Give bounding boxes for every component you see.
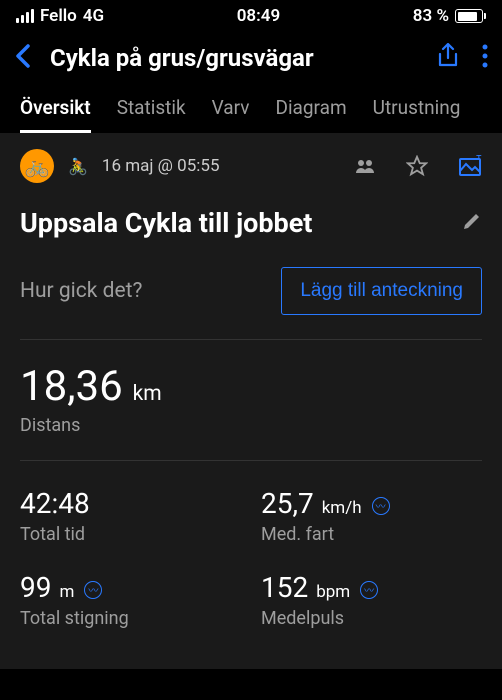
share-button[interactable] xyxy=(436,43,460,73)
page-title: Cykla på grus/grusvägar xyxy=(42,44,426,72)
stat-distance: 18,36 km Distans xyxy=(20,362,482,436)
signal-icon xyxy=(16,9,34,23)
stat-label: Med. fart xyxy=(261,524,482,545)
divider xyxy=(20,460,482,461)
info-icon[interactable]: 〰 xyxy=(84,581,102,599)
tab-oversikt[interactable]: Översikt xyxy=(20,96,91,133)
stat-avg-speed: 25,7 km/h 〰 Med. fart xyxy=(261,487,482,545)
stat-value: 25,7 xyxy=(261,487,314,520)
info-icon[interactable]: 〰 xyxy=(360,581,378,599)
info-icon[interactable]: 〰 xyxy=(372,497,390,515)
clock: 08:49 xyxy=(237,6,280,26)
add-photo-icon[interactable]: + xyxy=(458,155,482,177)
distance-value: 18,36 xyxy=(20,362,123,411)
network-label: 4G xyxy=(83,6,104,26)
tab-utrustning[interactable]: Utrustning xyxy=(373,96,461,133)
activity-datetime: 16 maj @ 05:55 xyxy=(102,156,220,176)
gravel-bike-icon: 🚴 xyxy=(68,157,88,176)
distance-label: Distans xyxy=(20,415,482,436)
stat-value: 42:48 xyxy=(20,487,90,520)
tab-diagram[interactable]: Diagram xyxy=(275,96,346,133)
activity-title: Uppsala Cykla till jobbet xyxy=(20,207,462,239)
tabs: Översikt Statistik Varv Diagram Utrustni… xyxy=(0,84,502,133)
battery-icon xyxy=(455,9,486,23)
tab-varv[interactable]: Varv xyxy=(212,96,250,133)
carrier-label: Fello xyxy=(40,6,77,26)
back-button[interactable] xyxy=(14,42,32,74)
edit-button[interactable] xyxy=(462,211,482,235)
stat-avg-hr: 152 bpm 〰 Medelpuls xyxy=(261,571,482,629)
stat-total-time: 42:48 Total tid xyxy=(20,487,241,545)
stat-label: Total tid xyxy=(20,524,241,545)
divider xyxy=(20,339,482,340)
stat-value: 152 xyxy=(261,571,308,604)
stat-label: Total stigning xyxy=(20,608,241,629)
stat-unit: km/h xyxy=(322,498,362,518)
stat-unit: bpm xyxy=(316,582,350,602)
status-bar: Fello 4G 08:49 83 % xyxy=(0,0,502,30)
bike-icon: 🚲 xyxy=(20,149,54,183)
battery-percent: 83 % xyxy=(413,6,449,26)
star-icon[interactable] xyxy=(406,155,428,177)
activity-content: 🚲 🚴 16 maj @ 05:55 + Uppsala Cykla till … xyxy=(0,133,502,669)
note-prompt: Hur gick det? xyxy=(20,279,265,303)
header: Cykla på grus/grusvägar xyxy=(0,30,502,84)
stat-label: Medelpuls xyxy=(261,608,482,629)
stat-value: 99 xyxy=(20,571,51,604)
more-button[interactable] xyxy=(482,44,488,72)
connections-icon[interactable] xyxy=(354,158,376,174)
stat-total-ascent: 99 m 〰 Total stigning xyxy=(20,571,241,629)
stat-unit: m xyxy=(59,582,74,602)
distance-unit: km xyxy=(133,382,162,406)
tab-statistik[interactable]: Statistik xyxy=(117,96,186,133)
svg-text:+: + xyxy=(476,155,482,162)
add-note-button[interactable]: Lägg till anteckning xyxy=(281,267,482,315)
